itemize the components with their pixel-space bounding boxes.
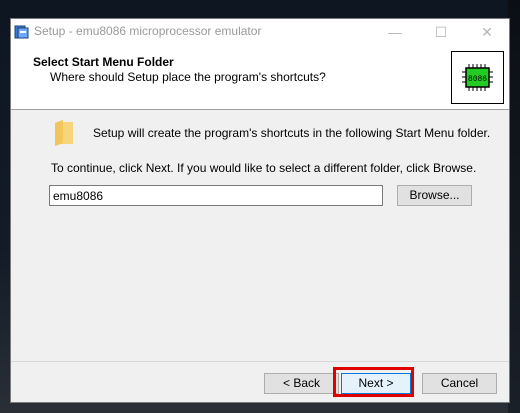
back-button[interactable]: < Back [264,373,339,394]
chip-logo: 8086 [451,51,504,104]
start-menu-folder-input[interactable] [49,185,383,206]
chip-label: 8086 [468,75,487,84]
setup-app-icon [14,25,29,39]
setup-window: Setup - emu8086 microprocessor emulator … [10,18,510,403]
close-button[interactable]: ✕ [464,19,510,45]
page-title: Select Start Menu Folder [33,55,174,69]
folder-icon [55,120,73,146]
title-bar: Setup - emu8086 microprocessor emulator … [11,19,509,45]
footer-divider [11,361,509,362]
page-subtitle: Where should Setup place the program's s… [50,70,326,84]
window-title: Setup - emu8086 microprocessor emulator [34,24,262,38]
minimize-button[interactable]: — [372,19,418,45]
instructions-text: To continue, click Next. If you would li… [51,161,477,175]
intro-text: Setup will create the program's shortcut… [93,126,491,140]
chip-icon: 8086 [462,64,493,91]
wizard-header: Select Start Menu Folder Where should Se… [11,45,509,110]
cancel-button[interactable]: Cancel [422,373,497,394]
maximize-button[interactable]: ☐ [418,19,464,45]
browse-button[interactable]: Browse... [397,185,472,206]
next-button-highlight [333,367,414,397]
